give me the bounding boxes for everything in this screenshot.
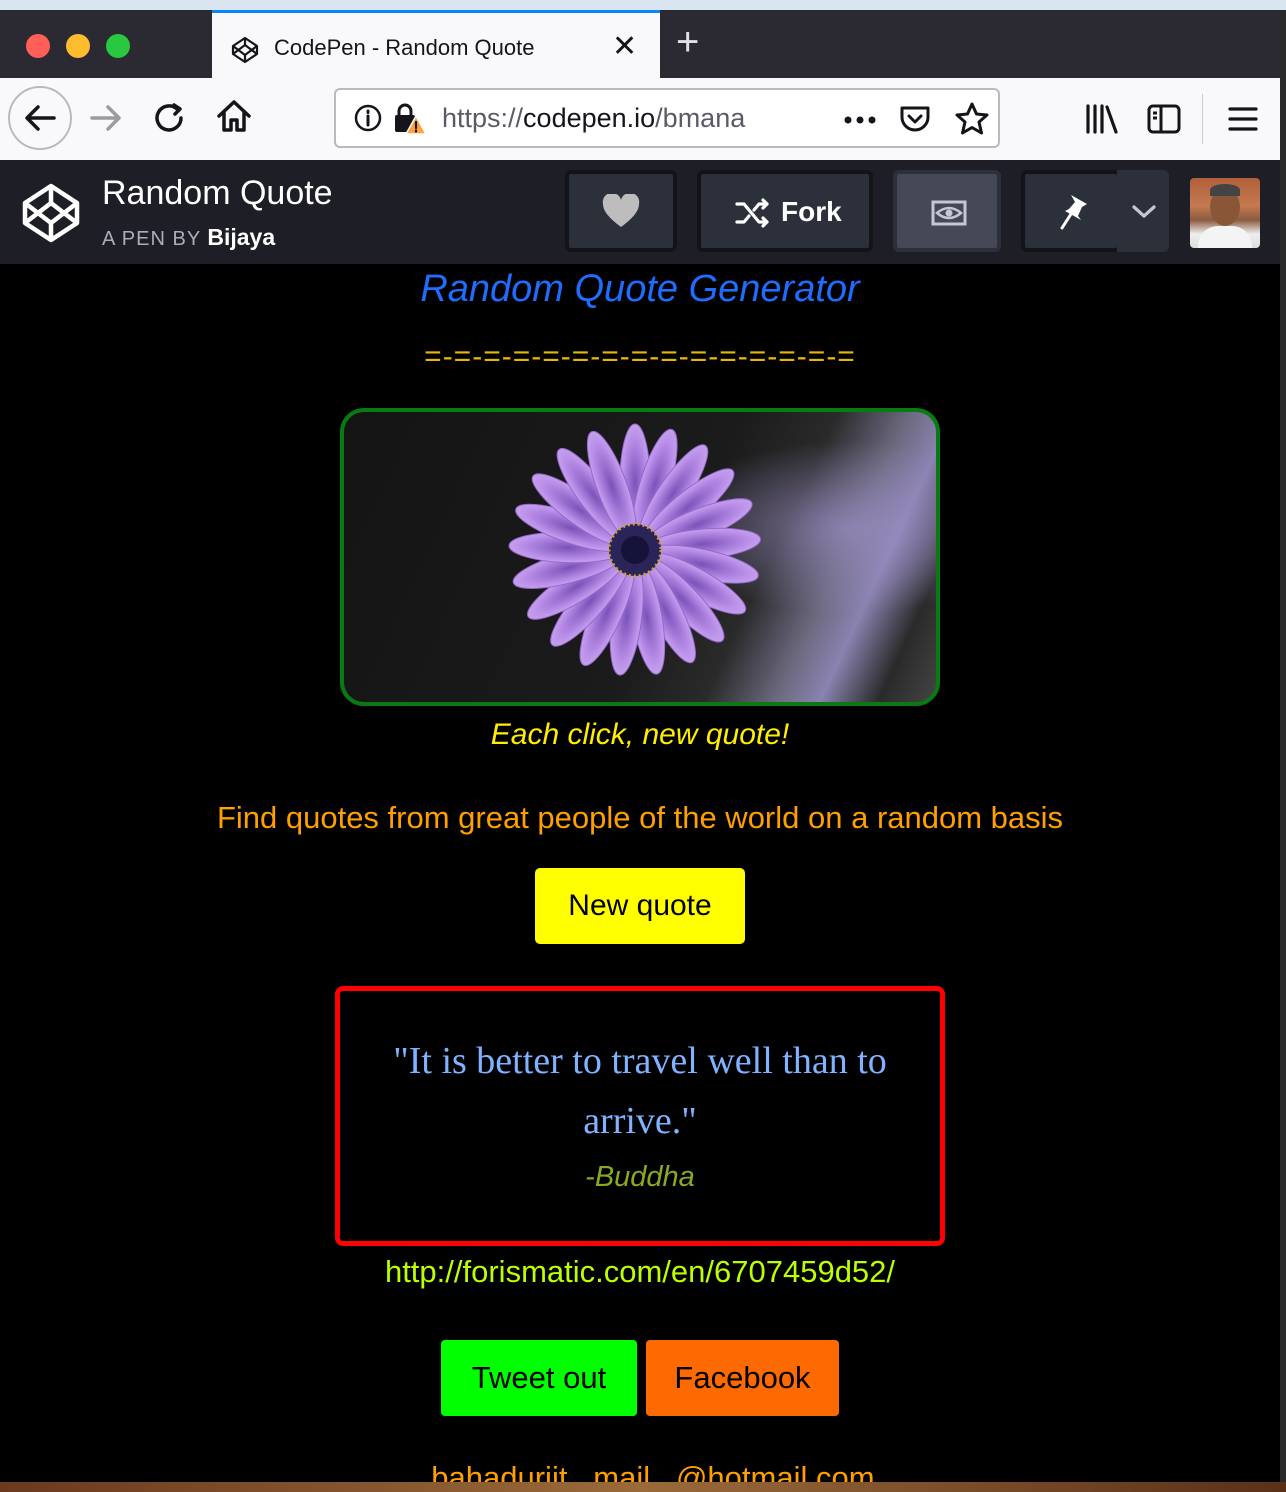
pen-title[interactable]: Random Quote <box>102 174 333 213</box>
byline-prefix: A PEN BY <box>102 228 201 250</box>
url-text[interactable]: https://codepen.io/bmana <box>442 103 772 134</box>
chevron-down-icon <box>1132 205 1156 218</box>
insecure-lock-icon[interactable] <box>392 102 428 136</box>
tab-title: CodePen - Random Quote <box>274 35 535 60</box>
page-heading: Random Quote Generator <box>420 268 860 310</box>
user-avatar[interactable] <box>1190 178 1260 248</box>
pen-byline: A PEN BY Bijaya <box>102 224 275 251</box>
view-mode-button[interactable] <box>893 170 1001 252</box>
tab-close-icon[interactable]: ✕ <box>612 29 637 64</box>
fork-button[interactable]: Fork <box>697 170 873 252</box>
flower-illustration <box>344 412 936 702</box>
back-button[interactable] <box>8 86 72 150</box>
avatar-shirt <box>1198 226 1252 248</box>
fork-label: Fork <box>781 196 842 227</box>
url-scheme: https:// <box>442 103 524 133</box>
reload-icon[interactable] <box>150 98 190 138</box>
url-host: codepen.io <box>523 103 656 133</box>
pin-icon <box>1060 195 1087 230</box>
pen-preview: Random Quote Generator =-=-=-=-=-=-=-=-=… <box>0 264 1280 1482</box>
forward-icon[interactable] <box>86 98 126 138</box>
menu-icon[interactable] <box>1226 102 1260 136</box>
quote-box: "It is better to travel well than to arr… <box>335 986 945 1246</box>
info-icon[interactable] <box>352 102 384 134</box>
tweet-button[interactable]: Tweet out <box>441 1340 637 1416</box>
view-eye-icon <box>931 200 967 226</box>
back-icon <box>25 105 56 131</box>
url-bar[interactable]: https://codepen.io/bmana <box>334 88 1000 148</box>
codepen-header: Random Quote A PEN BY Bijaya Fork <box>0 160 1280 264</box>
window-right-edge <box>1280 10 1286 1492</box>
zoom-window-button[interactable] <box>106 34 130 58</box>
pin-dropdown-button[interactable] <box>1117 170 1169 252</box>
desktop-background <box>0 0 1286 10</box>
image-caption: Each click, new quote! <box>490 718 790 751</box>
tab-codepen[interactable]: CodePen - Random Quote ✕ <box>212 10 660 78</box>
like-button[interactable] <box>565 170 677 252</box>
quote-author: -Buddha <box>585 1161 695 1193</box>
tab-bar: CodePen - Random Quote ✕ + <box>0 10 1280 78</box>
new-tab-button[interactable]: + <box>676 20 699 65</box>
library-icon[interactable] <box>1084 102 1120 136</box>
avatar-hair <box>1210 184 1240 196</box>
heart-icon <box>602 194 640 227</box>
bookmark-star-icon[interactable] <box>954 101 990 137</box>
codepen-favicon-icon <box>231 36 259 64</box>
quote-source-link[interactable]: http://forismatic.com/en/6707459d52/ <box>0 1254 1280 1290</box>
close-window-button[interactable] <box>26 34 50 58</box>
more-icon[interactable] <box>842 114 878 126</box>
browser-window: CodePen - Random Quote ✕ + https://codep… <box>0 10 1280 1482</box>
pen-author-link[interactable]: Bijaya <box>207 224 275 250</box>
fork-icon <box>735 198 769 228</box>
url-path: /bmana <box>655 103 746 133</box>
new-quote-button[interactable]: New quote <box>535 868 745 944</box>
footer-contact-text: ...bahadurjit...mail...@hotmail.com <box>0 1460 1280 1482</box>
quote-text: "It is better to travel well than to arr… <box>393 1040 887 1142</box>
minimize-window-button[interactable] <box>66 34 90 58</box>
page-subtitle: Find quotes from great people of the wor… <box>216 800 1064 835</box>
home-icon[interactable] <box>214 96 254 136</box>
pin-button[interactable] <box>1021 170 1121 252</box>
sidebar-icon[interactable] <box>1146 102 1182 136</box>
navigation-toolbar: https://codepen.io/bmana <box>0 78 1280 161</box>
desktop-wallpaper-strip <box>0 1482 1286 1492</box>
codepen-logo-icon[interactable] <box>20 182 82 244</box>
decorative-divider: =-=-=-=-=-=-=-=-=-=-=-=-=-=-= <box>424 340 856 373</box>
flower-image <box>340 408 940 706</box>
facebook-button[interactable]: Facebook <box>646 1340 839 1416</box>
pocket-icon[interactable] <box>898 102 932 136</box>
footer-contact-label: ...bahadurjit...mail...@hotmail.com <box>405 1460 875 1482</box>
toolbar-divider <box>1202 94 1203 144</box>
